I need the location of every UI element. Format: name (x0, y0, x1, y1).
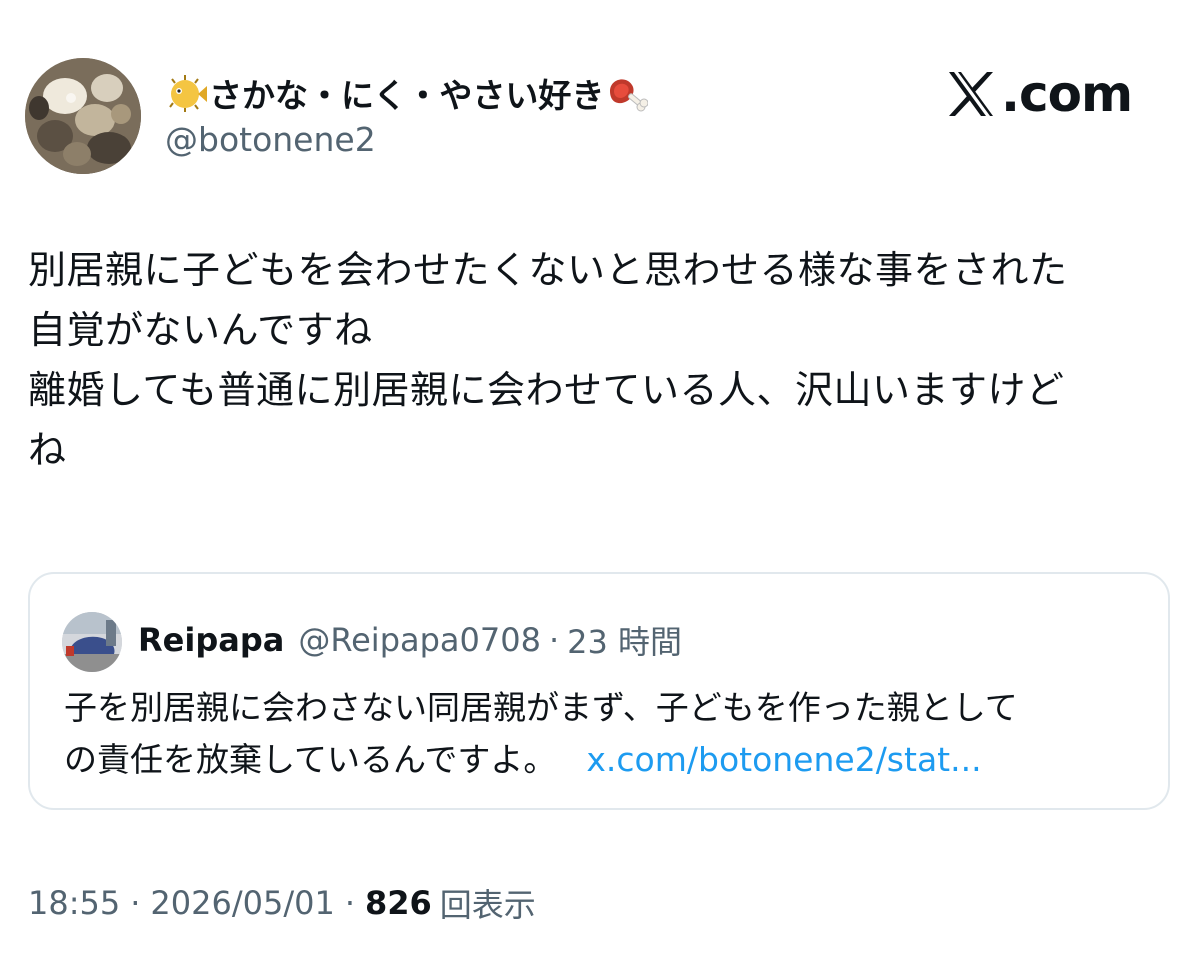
views-count[interactable]: 826 (365, 884, 432, 922)
x-logo-icon (945, 68, 997, 120)
tweet-line: 離婚しても普通に別居親に会わせている人、沢山いますけど (28, 368, 1065, 412)
blowfish-icon (165, 71, 209, 115)
views-label: 回表示 (439, 886, 536, 924)
meat-on-bone-icon (604, 71, 649, 115)
display-name-text: さかな・にく・やさい好き (209, 76, 605, 115)
quoted-author-avatar[interactable] (62, 612, 122, 672)
tweet-meta: 18:55 · 2026/05/01 · 826 回表示 (28, 880, 536, 926)
brand-watermark: .com (945, 64, 1133, 124)
meta-separator: · (130, 884, 141, 922)
author-handle[interactable]: @botonene2 (165, 120, 376, 159)
tweet-text: 別居親に子どもを会わせたくないと思わせる様な事をされた 自覚がないんですね 離婚… (28, 240, 1178, 480)
meta-separator: · (344, 884, 355, 922)
tweet-line: 自覚がないんですね (28, 308, 373, 352)
quoted-tweet-link[interactable]: x.com/botonene2/stat... (586, 740, 981, 779)
tweet-time[interactable]: 18:55 (28, 884, 120, 922)
quoted-author-name[interactable]: Reipapa (138, 621, 284, 659)
quoted-line-text: の責任を放棄しているんですよ。 (64, 740, 557, 779)
author-avatar[interactable] (25, 58, 141, 174)
quoted-author-handle[interactable]: @Reipapa0708 (298, 621, 541, 659)
author-display-name[interactable]: さかな・にく・やさい好き (165, 70, 649, 116)
quoted-line: 子を別居親に会わさない同居親がまず、子どもを作った親として (64, 688, 1018, 727)
tweet-date[interactable]: 2026/05/01 (150, 884, 334, 922)
quoted-separator: · (548, 621, 560, 659)
brand-label: .com (1001, 65, 1133, 123)
quoted-timestamp[interactable]: 23 時間 (567, 617, 682, 663)
tweet-line: ね (28, 428, 67, 472)
quoted-tweet-header: Reipapa @Reipapa0708 · 23 時間 (138, 616, 682, 664)
quoted-tweet-card[interactable]: Reipapa @Reipapa0708 · 23 時間 子を別居親に会わさない… (28, 572, 1170, 810)
tweet-line: 別居親に子どもを会わせたくないと思わせる様な事をされた (28, 248, 1068, 292)
quoted-line: の責任を放棄しているんですよ。 x.com/botonene2/stat... (64, 734, 1154, 786)
quoted-tweet-text: 子を別居親に会わさない同居親がまず、子どもを作った親として の責任を放棄している… (64, 682, 1154, 786)
